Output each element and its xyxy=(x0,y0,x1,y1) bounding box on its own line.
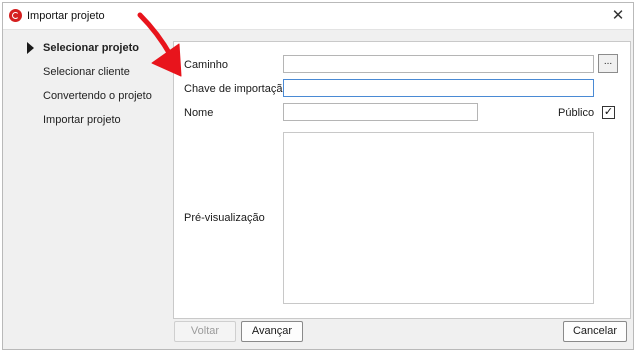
import-project-dialog: Importar projeto ✕ Selecionar projeto Se… xyxy=(2,2,634,350)
step-label: Convertendo o projeto xyxy=(43,90,152,102)
cancelar-button[interactable]: Cancelar xyxy=(563,321,627,342)
app-logo-icon xyxy=(9,9,22,22)
step-selecionar-cliente: Selecionar cliente xyxy=(17,65,167,89)
caminho-label: Caminho xyxy=(184,59,229,71)
preview-area xyxy=(283,132,594,304)
window-title: Importar projeto xyxy=(27,10,105,22)
step-label: Importar projeto xyxy=(43,114,121,126)
close-icon[interactable]: ✕ xyxy=(607,6,629,26)
avancar-button[interactable]: Avançar xyxy=(241,321,303,342)
wizard-steps: Selecionar projeto Selecionar cliente Co… xyxy=(17,41,167,137)
title-bar: Importar projeto ✕ xyxy=(3,3,633,30)
voltar-button[interactable]: Voltar xyxy=(174,321,236,342)
chave-label: Chave de importação xyxy=(184,83,289,95)
form-panel: Caminho ... Chave de importação Nome Púb… xyxy=(173,41,631,319)
caminho-input[interactable] xyxy=(283,55,594,73)
current-step-arrow-icon xyxy=(27,42,34,54)
preview-label: Pré-visualização xyxy=(184,212,265,224)
step-convertendo-projeto: Convertendo o projeto xyxy=(17,89,167,113)
chave-importacao-input[interactable] xyxy=(283,79,594,97)
step-label: Selecionar cliente xyxy=(43,66,130,78)
step-importar-projeto: Importar projeto xyxy=(17,113,167,137)
nome-label: Nome xyxy=(184,107,214,119)
publico-checkbox[interactable]: ✓ xyxy=(602,106,615,119)
browse-button[interactable]: ... xyxy=(598,54,618,73)
step-selecionar-projeto: Selecionar projeto xyxy=(17,41,167,65)
publico-label: Público xyxy=(558,107,595,119)
step-label: Selecionar projeto xyxy=(43,42,139,54)
nome-input[interactable] xyxy=(283,103,478,121)
